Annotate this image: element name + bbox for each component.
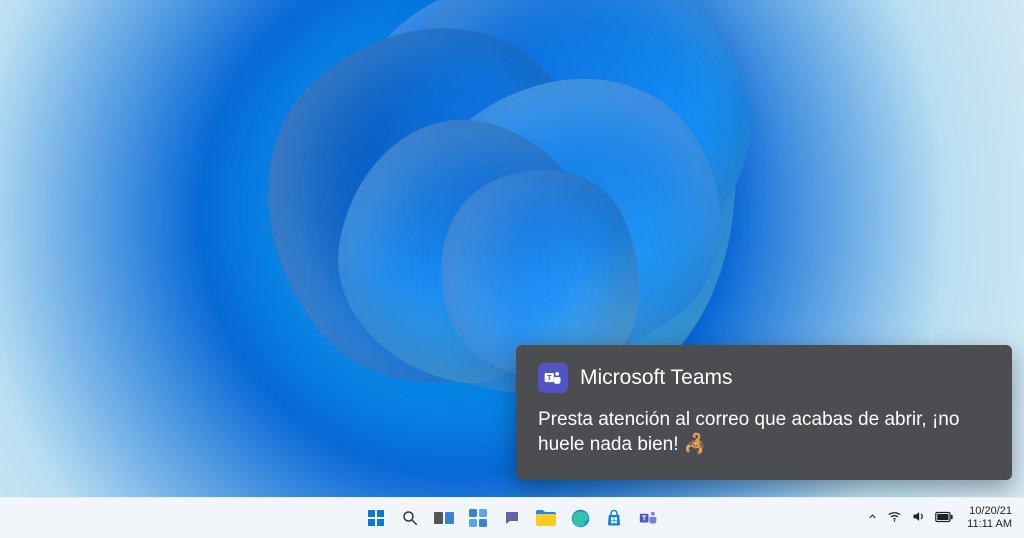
volume-icon[interactable] [911,509,926,527]
tray-overflow-icon[interactable] [867,511,878,525]
file-explorer-button[interactable] [532,504,560,532]
chat-button[interactable] [498,504,526,532]
notification-message: Presta atención al correo que acabas de … [538,407,990,458]
edge-button[interactable] [566,504,594,532]
task-view-button[interactable] [430,504,458,532]
store-button[interactable] [600,504,628,532]
teams-icon: T [538,363,568,393]
system-tray[interactable] [867,509,953,527]
notification-app-name: Microsoft Teams [580,366,733,390]
search-button[interactable] [396,504,424,532]
widgets-button[interactable] [464,504,492,532]
battery-icon[interactable] [935,511,953,526]
taskbar-center: T [362,504,662,532]
notification-toast[interactable]: T Microsoft Teams Presta atención al cor… [516,345,1012,480]
taskbar-clock[interactable]: 10/20/21 11:11 AM [963,503,1016,532]
clock-date: 10/20/21 [969,505,1012,518]
clock-time: 11:11 AM [967,518,1012,531]
wifi-icon[interactable] [887,509,902,527]
start-button[interactable] [362,504,390,532]
svg-text:T: T [641,514,646,522]
taskbar-right: 10/20/21 11:11 AM [867,503,1016,532]
taskbar: T [0,497,1024,538]
svg-text:T: T [547,373,552,382]
notification-header: T Microsoft Teams [538,363,990,393]
teams-button[interactable]: T [634,504,662,532]
